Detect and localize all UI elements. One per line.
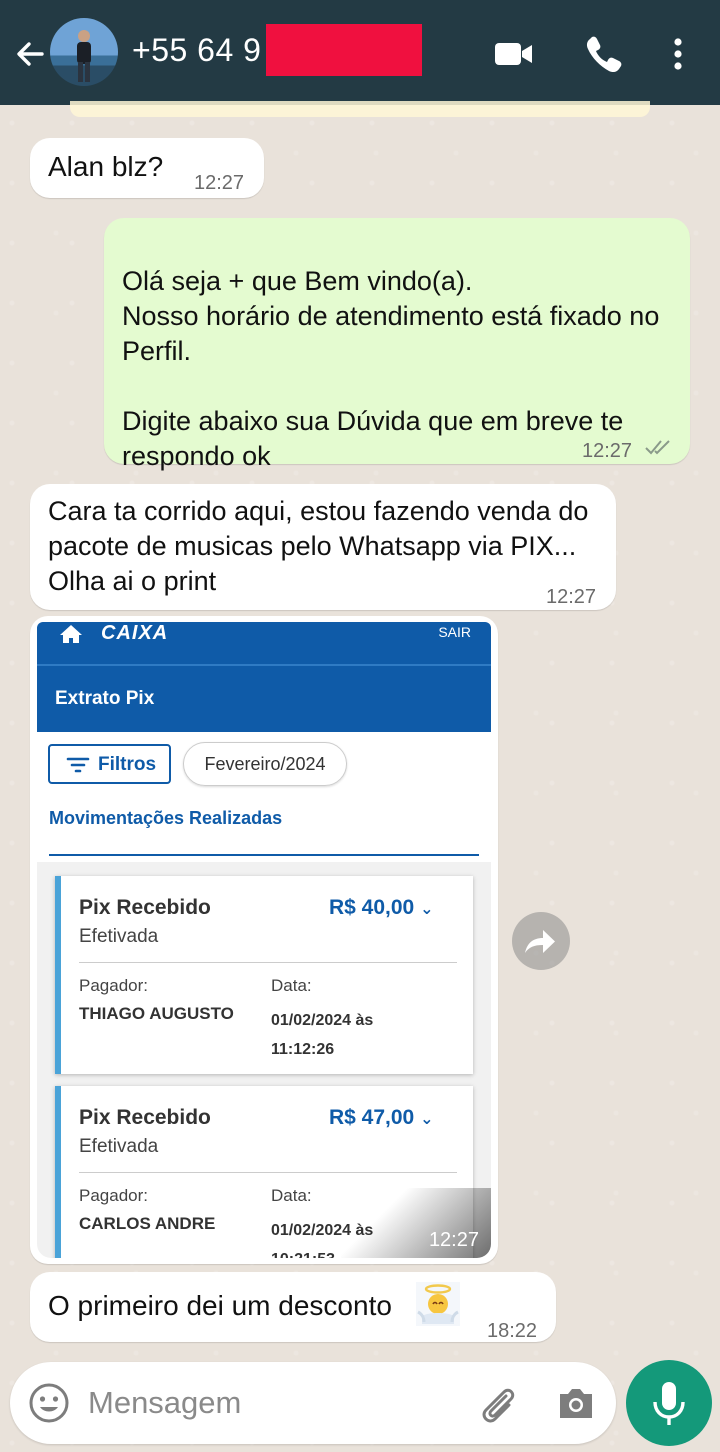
message-input[interactable] [88, 1380, 448, 1426]
message-text: Olá seja + que Bem vindo(a). Nosso horár… [122, 266, 660, 471]
caixa-logo: CAIXA [101, 622, 169, 644]
chevron-down-icon: ⌄ [420, 901, 434, 918]
transaction-title: Pix Recebido [79, 896, 211, 919]
contact-name[interactable]: +55 64 9 [132, 32, 261, 69]
movements-title: Movimentações Realizadas [49, 808, 283, 828]
message-text: Alan blz? [48, 151, 164, 182]
payer-label: Pagador: [79, 1186, 148, 1205]
transaction-status: Efetivada [79, 1136, 159, 1157]
extrato-title: Extrato Pix [55, 688, 155, 709]
attach-icon[interactable] [476, 1382, 520, 1431]
section-divider [49, 854, 479, 856]
transaction-amount: R$ 40,00 ⌄ [329, 896, 434, 919]
message-text: Cara ta corrido aqui, estou fazendo vend… [48, 496, 589, 596]
more-vert-icon[interactable] [668, 34, 688, 79]
payer-name: CARLOS ANDRE [79, 1214, 216, 1233]
chat-header: +55 64 9 [0, 0, 720, 105]
emoji-icon[interactable] [28, 1382, 70, 1429]
transaction-amount: R$ 47,00 ⌄ [329, 1106, 434, 1129]
double-check-icon [644, 432, 674, 466]
card-accent-bar [55, 876, 61, 1074]
filters-button: Filtros [48, 744, 171, 784]
message-time: 12:27 [546, 586, 597, 608]
message-bubble-incoming[interactable]: O primeiro dei um desconto 18:22 [30, 1272, 556, 1342]
transaction-date: 01/02/2024 às 11:12:26 [271, 1012, 374, 1058]
message-bubble-incoming[interactable]: Cara ta corrido aqui, estou fazendo vend… [30, 484, 616, 610]
message-composer [10, 1362, 616, 1444]
message-text: O primeiro dei um desconto [48, 1290, 392, 1321]
month-chip: Fevereiro/2024 [183, 742, 347, 786]
message-time: 12:27 [194, 172, 245, 194]
redaction-box [266, 24, 422, 76]
payer-label: Pagador: [79, 976, 148, 995]
message-bubble-incoming[interactable]: Alan blz? 12:27 [30, 138, 264, 198]
message-time: 18:22 [487, 1320, 538, 1342]
pix-statement-screenshot[interactable]: CAIXA SAIR Extrato Pix Filtros Fevereiro… [37, 622, 491, 1258]
forward-button[interactable] [512, 912, 570, 970]
transaction-title: Pix Recebido [79, 1106, 211, 1129]
message-bubble-outgoing[interactable]: Olá seja + que Bem vindo(a). Nosso horár… [104, 218, 690, 547]
filters-label: Filtros [98, 754, 157, 775]
message-time: 12:27 [428, 1229, 479, 1251]
angel-emoji [416, 1282, 460, 1334]
back-arrow-icon[interactable] [12, 36, 48, 72]
filter-icon [66, 756, 90, 780]
camera-icon[interactable] [556, 1384, 596, 1427]
transaction-card: Pix Recebido Efetivada R$ 40,00 ⌄ Pagado… [55, 876, 473, 1074]
sair-link: SAIR [438, 624, 471, 640]
phone-icon[interactable] [584, 34, 622, 79]
header-divider [37, 664, 491, 666]
home-icon [59, 624, 83, 649]
card-accent-bar [55, 1086, 61, 1258]
card-separator [79, 1172, 457, 1173]
date-label: Data: [271, 976, 312, 995]
mic-icon [653, 1382, 685, 1425]
transaction-status: Efetivada [79, 926, 159, 947]
date-label: Data: [271, 1186, 312, 1205]
pinned-strip [70, 101, 650, 117]
card-separator [79, 962, 457, 963]
payer-name: THIAGO AUGUSTO [79, 1004, 234, 1023]
video-call-icon[interactable] [494, 34, 534, 79]
caixa-header: CAIXA SAIR Extrato Pix [37, 622, 491, 732]
mic-button[interactable] [626, 1360, 712, 1446]
avatar[interactable] [50, 18, 118, 86]
chevron-down-icon: ⌄ [420, 1111, 434, 1128]
message-time: 12:27 [582, 440, 633, 462]
